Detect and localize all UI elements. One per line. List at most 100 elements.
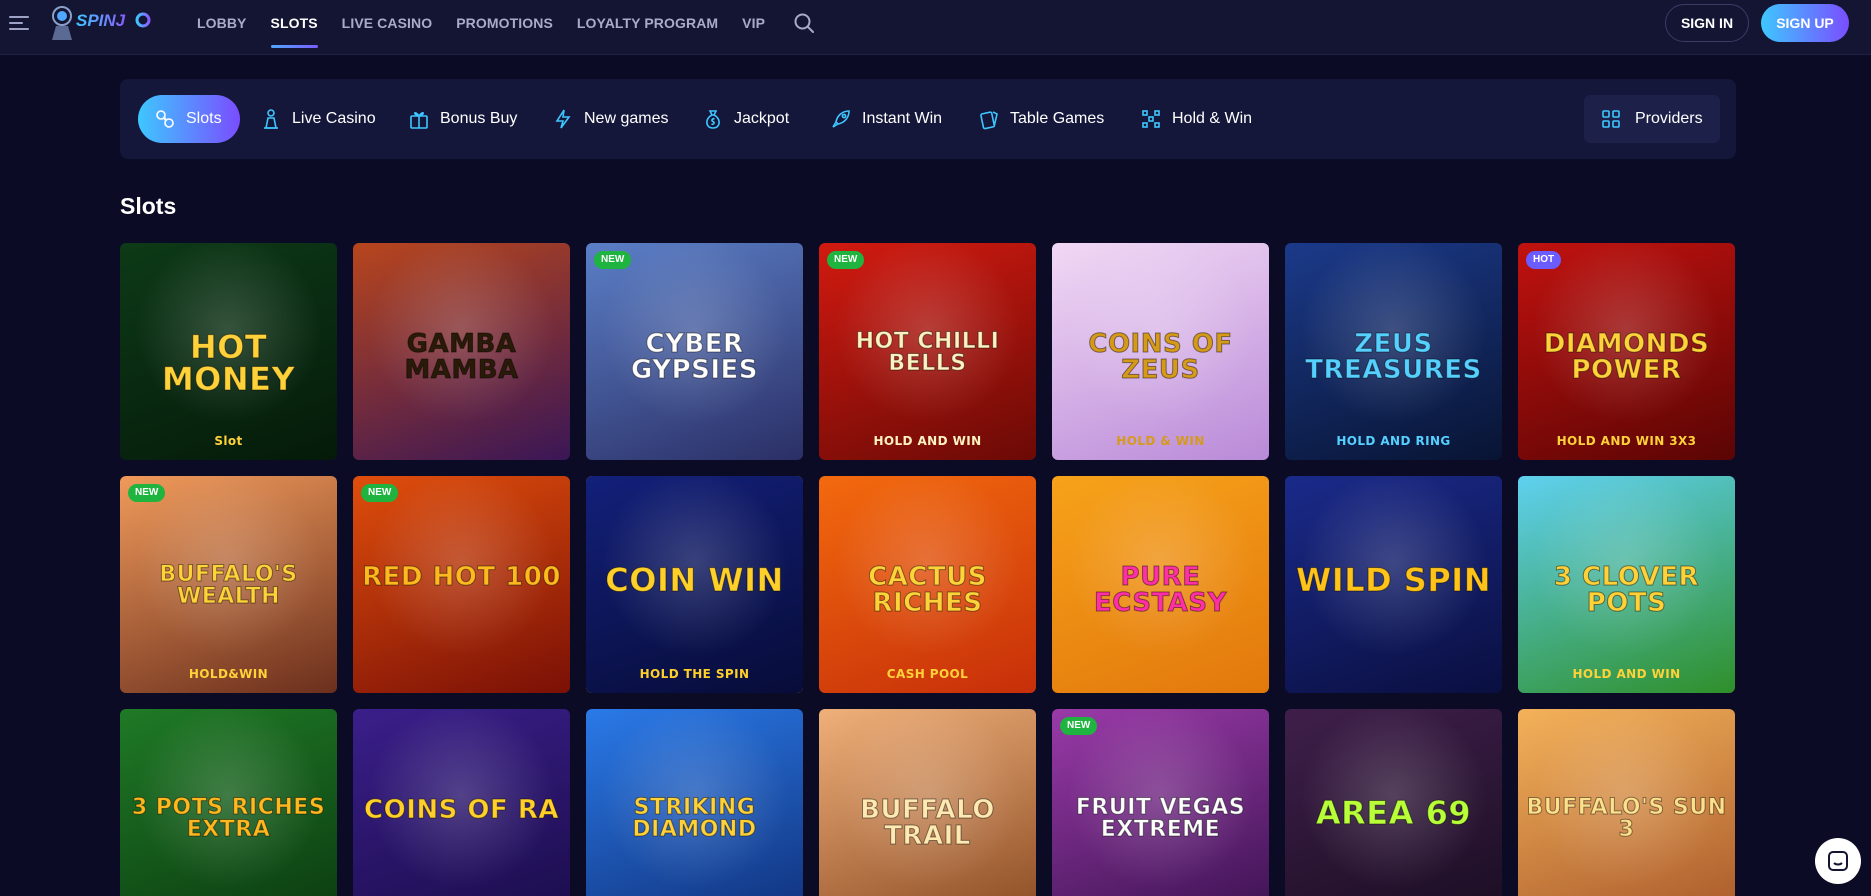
category-bar: Slots Live Casino Bonus Buy New games Ja…: [120, 79, 1736, 159]
lightning-icon: [555, 109, 571, 129]
category-label: Hold & Win: [1172, 110, 1253, 127]
search-icon[interactable]: [793, 12, 815, 34]
game-tile[interactable]: 3 Clover Pots HOLD AND WIN: [1518, 476, 1735, 693]
new-badge: NEW: [361, 484, 399, 502]
game-title: Area 69: [1315, 794, 1472, 832]
bonus-buy-icon: [410, 112, 428, 129]
menu-icon[interactable]: [9, 14, 29, 30]
game-tile[interactable]: Hot Chilli Bells HOLD AND WIN NEW: [819, 243, 1036, 460]
game-tile[interactable]: Coin Win HOLD THE SPIN: [586, 476, 803, 693]
game-tile[interactable]: Diamonds Power HOLD AND WIN 3X3 HOT: [1518, 243, 1735, 460]
game-tile[interactable]: Cyber Gypsies NEW: [586, 243, 803, 460]
sign-up-button[interactable]: SIGN UP: [1761, 4, 1849, 42]
top-header: SPINJ LOBBY SLOTS LIVE CASINO PROMOTIONS…: [0, 0, 1871, 55]
chat-icon: [1828, 851, 1848, 871]
hot-badge: HOT: [1526, 251, 1562, 269]
game-subtitle: HOLD AND WIN 3X3: [1556, 434, 1697, 448]
rocket-icon: [832, 110, 850, 128]
game-tile[interactable]: Area 69: [1285, 709, 1502, 896]
game-subtitle: HOLD & WIN: [1116, 434, 1205, 448]
game-title: Buffalo's Sun 3: [1526, 795, 1727, 842]
game-title: Buffalo Trail: [860, 795, 995, 851]
nav-promotions[interactable]: PROMOTIONS: [456, 15, 553, 31]
new-badge: NEW: [1060, 717, 1098, 735]
logo[interactable]: SPINJ: [44, 2, 159, 42]
game-title: Striking Diamond: [632, 795, 757, 842]
chat-button[interactable]: [1815, 838, 1861, 884]
providers-label: Providers: [1635, 110, 1703, 127]
game-title: Zeus Treasures: [1305, 329, 1482, 385]
game-title: Coin Win: [605, 561, 784, 599]
category-label: Jackpot: [734, 110, 790, 127]
game-title: Hot Chilli Bells: [855, 329, 1000, 376]
nav-lobby[interactable]: LOBBY: [197, 15, 247, 31]
game-tile[interactable]: 3 Pots Riches ExtraHOLD AND WIN: [120, 709, 337, 896]
game-tile[interactable]: Coins of Zeus HOLD & WIN: [1052, 243, 1269, 460]
game-title: Pure Ecstasy: [1094, 562, 1227, 618]
game-grid: Hot Money Slot Gamba Mamba Cyber Gypsies NEW…: [120, 243, 1736, 896]
nav-live-casino[interactable]: LIVE CASINO: [342, 15, 433, 31]
new-badge: NEW: [827, 251, 865, 269]
category-slots[interactable]: Slots: [138, 95, 240, 143]
nav-vip[interactable]: VIP: [742, 15, 765, 31]
game-title: Buffalo's Wealth: [159, 562, 298, 609]
category-label: New games: [584, 110, 669, 127]
game-tile[interactable]: Buffalo's Sun 3: [1518, 709, 1735, 896]
svg-text:SPINJ: SPINJ: [76, 11, 126, 30]
game-subtitle: HOLD AND WIN: [1572, 667, 1681, 681]
game-tile[interactable]: Buffalo's Wealth HOLD&WIN NEW: [120, 476, 337, 693]
game-tile[interactable]: Buffalo Trail: [819, 709, 1036, 896]
game-title: Cyber Gypsies: [630, 329, 759, 385]
game-tile[interactable]: Wild Spin: [1285, 476, 1502, 693]
game-title: Cactus Riches: [868, 562, 987, 618]
game-title: Coins of Zeus: [1088, 329, 1233, 385]
category-label: Table Games: [1010, 110, 1105, 127]
cards-icon: [980, 111, 998, 130]
game-subtitle: HOLD&WIN: [188, 667, 269, 681]
sign-in-button[interactable]: SIGN IN: [1665, 4, 1749, 42]
game-tile[interactable]: Striking Diamond3X3 RUNNING WINS: [586, 709, 803, 896]
game-title: Hot Money: [161, 328, 296, 398]
game-subtitle: Slot: [214, 434, 243, 448]
game-title: 3 Pots Riches Extra: [131, 795, 326, 842]
game-tile[interactable]: Gamba Mamba: [353, 243, 570, 460]
game-title: Gamba Mamba: [404, 329, 519, 385]
main-nav: LOBBY SLOTS LIVE CASINO PROMOTIONS LOYAL…: [197, 0, 815, 48]
game-title: Fruit Vegas Extreme: [1075, 795, 1246, 842]
game-subtitle: HOLD THE SPIN: [639, 667, 750, 681]
category-label: Slots: [186, 110, 222, 127]
new-badge: NEW: [128, 484, 166, 502]
game-tile[interactable]: Red Hot 100 NEW: [353, 476, 570, 693]
game-tile[interactable]: Zeus Treasures HOLD AND RING: [1285, 243, 1502, 460]
game-tile[interactable]: Fruit Vegas Extreme NEW: [1052, 709, 1269, 896]
game-tile[interactable]: Coins of Ra: [353, 709, 570, 896]
category-jackpot[interactable]: Jackpot: [702, 95, 789, 143]
money-bag-icon: [706, 110, 720, 129]
game-subtitle: HOLD AND WIN: [873, 434, 982, 448]
game-subtitle: CASH POOL: [886, 667, 969, 681]
grid-icon: [1602, 110, 1620, 128]
category-bonus-buy[interactable]: Bonus Buy: [408, 95, 517, 143]
section-title: Slots: [120, 193, 177, 219]
game-tile[interactable]: Cactus Riches CASH POOL: [819, 476, 1036, 693]
game-title: Wild Spin: [1296, 561, 1491, 599]
game-title: Red Hot 100: [362, 562, 561, 592]
new-badge: NEW: [594, 251, 632, 269]
game-title: Diamonds Power: [1543, 329, 1710, 385]
category-hold-win[interactable]: Hold & Win: [1140, 95, 1252, 143]
nav-slots[interactable]: SLOTS: [270, 15, 318, 48]
category-label: Bonus Buy: [440, 110, 518, 127]
game-tile[interactable]: Pure Ecstasy: [1052, 476, 1269, 693]
category-table-games[interactable]: Table Games: [978, 95, 1104, 143]
game-title: 3 Clover Pots: [1553, 562, 1700, 618]
live-casino-icon: [264, 109, 278, 129]
slots-icon: [156, 110, 174, 128]
grid-dots-icon: [1142, 110, 1160, 128]
nav-loyalty-program[interactable]: LOYALTY PROGRAM: [577, 15, 718, 31]
category-instant-win[interactable]: Instant Win: [830, 95, 942, 143]
game-title: Coins of Ra: [364, 795, 559, 825]
category-new-games[interactable]: New games: [552, 95, 668, 143]
game-tile[interactable]: Hot Money Slot: [120, 243, 337, 460]
category-live-casino[interactable]: Live Casino: [260, 95, 376, 143]
providers-button[interactable]: Providers: [1584, 95, 1720, 143]
